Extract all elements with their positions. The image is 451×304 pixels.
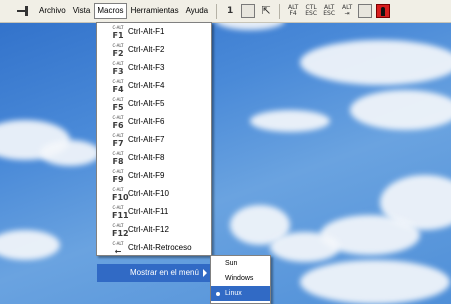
macro-ctrl-alt-f4[interactable]: C-ALT F4 Ctrl-Alt-F4 — [97, 77, 211, 95]
selected-bullet-icon — [216, 292, 220, 296]
macro-ctrl-alt-f11[interactable]: C-ALT F11 Ctrl-Alt-F11 — [97, 203, 211, 221]
alt-tab-key-icon[interactable]: ALT ⇥ — [340, 4, 354, 18]
key-f2-icon: C-ALT F2 — [112, 42, 124, 58]
show-in-menu-submenu: Sun Windows Linux — [210, 255, 271, 304]
ctl-esc-key-icon[interactable]: CTL ESC — [304, 4, 318, 18]
submenu-option-windows[interactable]: Windows — [211, 271, 270, 286]
submenu-option-sun[interactable]: Sun — [211, 256, 270, 271]
macro-ctrl-alt-f6[interactable]: C-ALT F6 Ctrl-Alt-F6 — [97, 113, 211, 131]
menu-ayuda[interactable]: Ayuda — [183, 3, 212, 19]
key-f6-icon: C-ALT F6 — [112, 114, 124, 130]
key-f9-icon: C-ALT F9 — [112, 168, 124, 184]
key-f3-icon: C-ALT F3 — [112, 60, 124, 76]
macro-ctrl-alt-f3[interactable]: C-ALT F3 Ctrl-Alt-F3 — [97, 59, 211, 77]
menu-macros[interactable]: Macros — [94, 3, 127, 19]
window-icon[interactable] — [241, 4, 256, 18]
macro-ctrl-alt-f1[interactable]: C-ALT F1 Ctrl-Alt-F1 — [97, 23, 211, 41]
cursor-icon[interactable]: ⇱ — [259, 4, 273, 18]
key-f10-icon: C-ALT F10 — [112, 186, 129, 202]
submenu-arrow-icon — [203, 269, 207, 277]
key-f8-icon: C-ALT F8 — [112, 150, 124, 166]
macro-ctrl-alt-f5[interactable]: C-ALT F5 Ctrl-Alt-F5 — [97, 95, 211, 113]
key-f5-icon: C-ALT F5 — [112, 96, 124, 112]
macro-ctrl-alt-f10[interactable]: C-ALT F10 Ctrl-Alt-F10 — [97, 185, 211, 203]
menu-herramientas[interactable]: Herramientas — [128, 3, 182, 19]
exit-icon[interactable] — [376, 4, 391, 18]
alt-esc-key-icon[interactable]: ALT ESC — [322, 4, 336, 18]
menu-archivo[interactable]: Archivo — [36, 3, 69, 19]
menu-vista[interactable]: Vista — [70, 3, 94, 19]
toolbar-separator — [279, 3, 281, 19]
remote-desktop-toolbar: Archivo Vista Macros Herramientas Ayuda … — [0, 0, 451, 23]
alt-f4-key-icon[interactable]: ALT F4 — [286, 4, 300, 18]
key-backspace-icon: C-ALT ← — [112, 240, 124, 256]
submenu-option-linux[interactable]: Linux — [211, 286, 270, 301]
one-to-one-cursor-icon[interactable]: 1 — [223, 4, 237, 18]
macro-ctrl-alt-f2[interactable]: C-ALT F2 Ctrl-Alt-F2 — [97, 41, 211, 59]
macro-ctrl-alt-f12[interactable]: C-ALT F12 Ctrl-Alt-F12 — [97, 221, 211, 239]
macro-ctrl-alt-f7[interactable]: C-ALT F7 Ctrl-Alt-F7 — [97, 131, 211, 149]
key-f11-icon: C-ALT F11 — [112, 204, 129, 220]
pin-icon[interactable] — [17, 6, 31, 16]
key-f12-icon: C-ALT F12 — [112, 222, 129, 238]
show-in-menu-item[interactable]: Mostrar en el menú — [97, 264, 211, 282]
monitor-icon[interactable] — [358, 4, 373, 18]
key-f7-icon: C-ALT F7 — [112, 132, 124, 148]
toolbar-separator — [216, 3, 218, 19]
key-f1-icon: C-ALT F1 — [112, 24, 124, 40]
macro-ctrl-alt-backspace[interactable]: C-ALT ← Ctrl-Alt-Retroceso — [97, 239, 211, 257]
macros-dropdown: C-ALT F1 Ctrl-Alt-F1 C-ALT F2 Ctrl-Alt-F2 C-… — [96, 22, 212, 282]
key-f4-icon: C-ALT F4 — [112, 78, 124, 94]
macro-ctrl-alt-f8[interactable]: C-ALT F8 Ctrl-Alt-F8 — [97, 149, 211, 167]
macro-ctrl-alt-f9[interactable]: C-ALT F9 Ctrl-Alt-F9 — [97, 167, 211, 185]
